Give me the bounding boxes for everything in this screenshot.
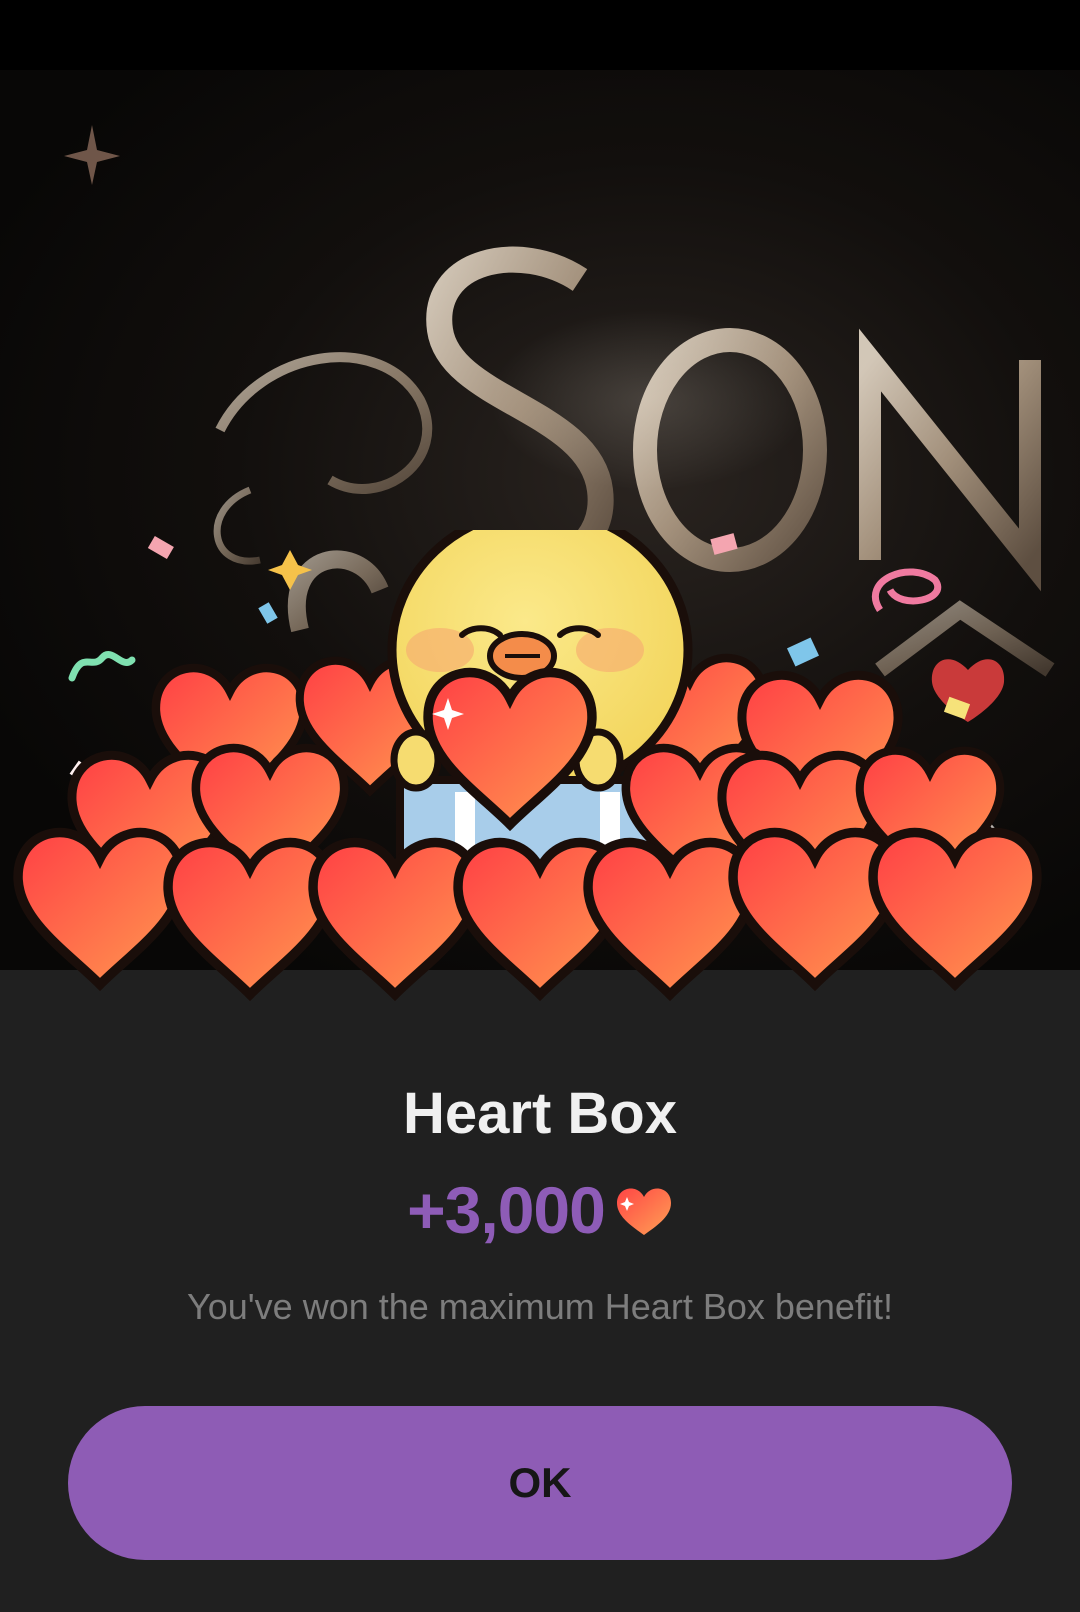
dialog-message: You've won the maximum Heart Box benefit… — [187, 1286, 893, 1327]
dialog-title: Heart Box — [403, 1081, 677, 1146]
heart-box-screen: 47.5K — [0, 0, 1080, 1612]
status-bar — [0, 0, 1080, 70]
reward-amount: +3,000 — [407, 1173, 606, 1247]
reward-row: +3,000 — [0, 1172, 1080, 1248]
ok-button[interactable]: OK — [68, 1406, 1012, 1560]
heart-icon — [615, 1185, 673, 1242]
heart-pile-chick-illustration — [0, 530, 1080, 1030]
